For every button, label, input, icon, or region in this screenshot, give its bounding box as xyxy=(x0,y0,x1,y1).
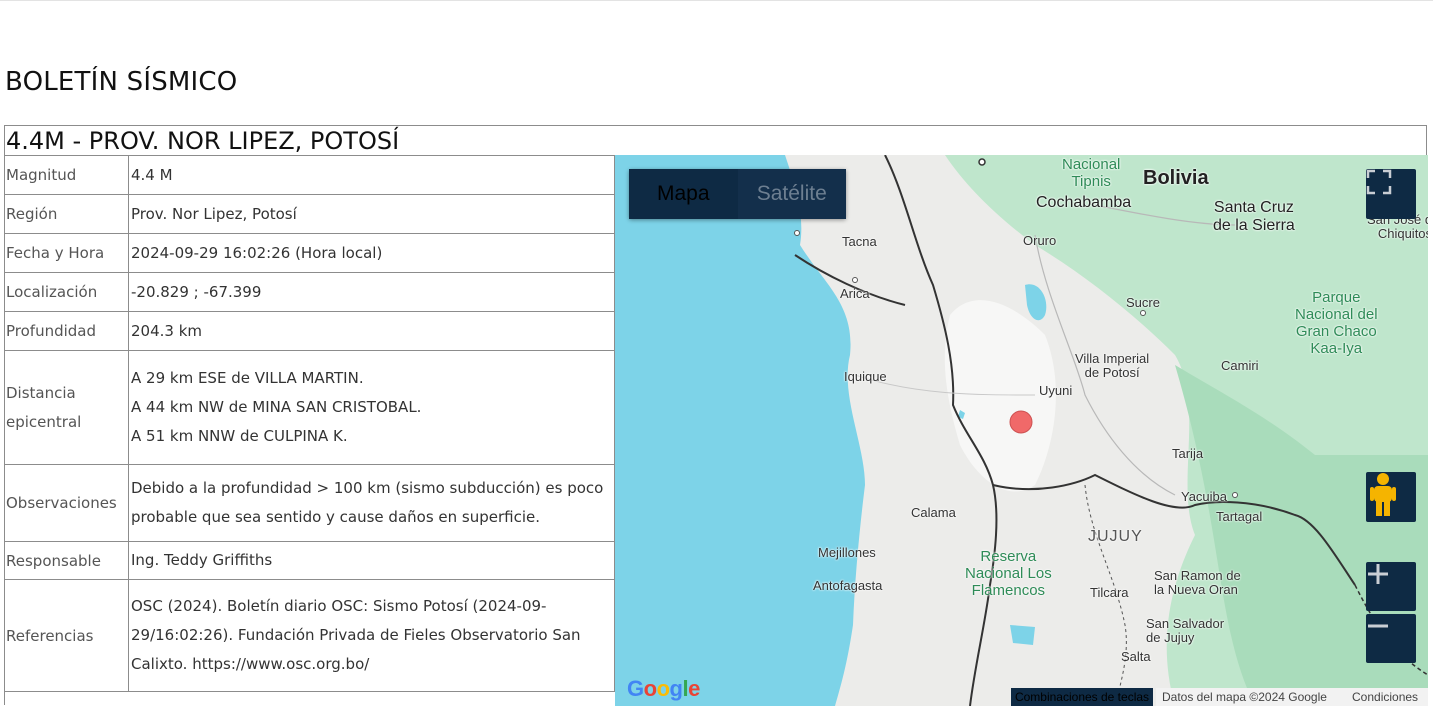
map-type-satellite-button[interactable]: Satélite xyxy=(737,169,846,219)
label-gran-chaco: Parque Nacional del Gran Chaco Kaa-Iya xyxy=(1295,289,1378,357)
distance-line: A 51 km NNW de CULPINA K. xyxy=(131,427,348,445)
google-logo[interactable]: Google xyxy=(627,676,700,702)
row-label: Región xyxy=(5,194,129,234)
table-row: Observaciones Debido a la profundidad > … xyxy=(5,464,615,542)
label-tipnis: Nacional Tipnis xyxy=(1062,156,1121,190)
row-label: Localización xyxy=(5,272,129,312)
epicenter-map[interactable]: Nacional Tipnis Bolivia Cochabamba Santa… xyxy=(615,155,1428,706)
table-row: Región Prov. Nor Lipez, Potosí xyxy=(5,194,615,234)
label-calama: Calama xyxy=(911,505,956,520)
map-type-toggle: Mapa Satélite xyxy=(629,169,846,219)
row-label: Observaciones xyxy=(5,464,129,542)
label-cochabamba: Cochabamba xyxy=(1036,194,1132,211)
label-antofagasta: Antofagasta xyxy=(813,578,883,593)
terms-link[interactable]: Condiciones xyxy=(1342,688,1428,706)
keyboard-shortcuts-link[interactable]: Combinaciones de teclas xyxy=(1011,688,1153,706)
row-value: Prov. Nor Lipez, Potosí xyxy=(128,194,615,234)
table-row: Profundidad 204.3 km xyxy=(5,311,615,351)
label-arica: Arica xyxy=(840,286,870,301)
table-row: Fecha y Hora 2024-09-29 16:02:26 (Hora l… xyxy=(5,233,615,273)
label-tilcara: Tilcara xyxy=(1090,585,1129,600)
table-row: Magnitud 4.4 M xyxy=(5,155,615,195)
event-info-table: Magnitud 4.4 M Región Prov. Nor Lipez, P… xyxy=(5,155,615,692)
row-label: Fecha y Hora xyxy=(5,233,129,273)
fullscreen-icon xyxy=(1366,169,1392,195)
label-uyuni: Uyuni xyxy=(1039,383,1073,398)
row-label: Profundidad xyxy=(5,311,129,351)
label-san-salvador: San Salvador de Jujuy xyxy=(1146,616,1225,645)
label-sucre: Sucre xyxy=(1126,295,1160,310)
map-type-map-button[interactable]: Mapa xyxy=(629,169,738,219)
plus-icon xyxy=(1368,564,1388,584)
label-los-flamencos: Reserva Nacional Los Flamencos xyxy=(965,548,1052,599)
label-oruro: Oruro xyxy=(1023,233,1057,248)
street-view-button[interactable] xyxy=(1366,472,1416,522)
row-label: Responsable xyxy=(5,541,129,580)
label-santa-cruz: Santa Cruz de la Sierra xyxy=(1213,199,1295,234)
row-value: OSC (2024). Boletín diario OSC: Sismo Po… xyxy=(128,579,615,692)
zoom-in-button[interactable] xyxy=(1366,562,1416,611)
map-canvas xyxy=(615,155,1428,706)
fullscreen-button[interactable] xyxy=(1366,169,1416,219)
page-title: BOLETÍN SÍSMICO xyxy=(5,67,238,97)
row-value: Debido a la profundidad > 100 km (sismo … xyxy=(128,464,615,542)
row-label: Referencias xyxy=(5,579,129,692)
label-san-ramon: San Ramon de la Nueva Oran xyxy=(1154,568,1241,597)
label-camiri: Camiri xyxy=(1221,358,1259,373)
distance-line: A 29 km ESE de VILLA MARTIN. xyxy=(131,369,364,387)
label-jujuy: JUJUY xyxy=(1088,528,1143,545)
table-row: Responsable Ing. Teddy Griffiths xyxy=(5,541,615,580)
top-divider xyxy=(0,0,1433,1)
table-row: Distancia epicentral A 29 km ESE de VILL… xyxy=(5,350,615,465)
table-row: Referencias OSC (2024). Boletín diario O… xyxy=(5,579,615,692)
label-salta: Salta xyxy=(1121,649,1151,664)
label-tarija: Tarija xyxy=(1172,446,1204,461)
label-mejillones: Mejillones xyxy=(818,545,876,560)
row-label: Distancia epicentral xyxy=(5,350,129,465)
label-iquique: Iquique xyxy=(844,369,887,384)
row-value: Ing. Teddy Griffiths xyxy=(128,541,615,580)
row-value: 2024-09-29 16:02:26 (Hora local) xyxy=(128,233,615,273)
event-panel: 4.4M - PROV. NOR LIPEZ, POTOSÍ Magnitud … xyxy=(4,125,1428,706)
minus-icon xyxy=(1368,624,1388,628)
map-data-attribution: Datos del mapa ©2024 Google xyxy=(1156,688,1348,706)
row-label: Magnitud xyxy=(5,155,129,195)
label-yacuiba: Yacuiba xyxy=(1181,489,1228,504)
event-title: 4.4M - PROV. NOR LIPEZ, POTOSÍ xyxy=(6,127,400,155)
row-value: -20.829 ; -67.399 xyxy=(128,272,615,312)
table-row: Localización -20.829 ; -67.399 xyxy=(5,272,615,312)
row-value: A 29 km ESE de VILLA MARTIN. A 44 km NW … xyxy=(128,350,615,465)
label-tartagal: Tartagal xyxy=(1216,509,1263,524)
distance-line: A 44 km NW de MINA SAN CRISTOBAL. xyxy=(131,398,422,416)
label-villa-imperial: Villa Imperial de Potosí xyxy=(1075,351,1150,380)
pegman-icon xyxy=(1370,473,1396,516)
row-value: 4.4 M xyxy=(128,155,615,195)
zoom-out-button[interactable] xyxy=(1366,614,1416,663)
row-value: 204.3 km xyxy=(128,311,615,351)
label-tacna: Tacna xyxy=(842,234,877,249)
label-bolivia: Bolivia xyxy=(1143,167,1209,189)
